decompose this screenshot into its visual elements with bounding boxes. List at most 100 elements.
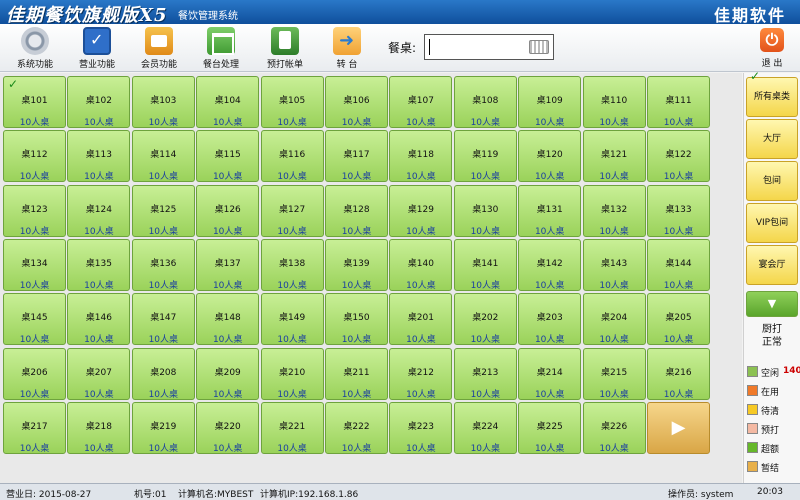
- table-tile[interactable]: 桌111 10人桌: [647, 76, 710, 128]
- table-tile[interactable]: 桌220 10人桌: [196, 401, 260, 454]
- table-tile[interactable]: 桌139 10人桌: [325, 238, 388, 291]
- next-page-button[interactable]: ▶: [647, 401, 710, 454]
- legend-item: 超额: [746, 439, 800, 457]
- table-tile[interactable]: 桌207 10人桌: [67, 347, 131, 400]
- table-tile[interactable]: 桌143 10人桌: [582, 238, 646, 291]
- table-tile[interactable]: 桌138 10人桌: [260, 238, 324, 291]
- table-tile[interactable]: 桌114 10人桌: [131, 130, 195, 183]
- table-capacity: 10人桌: [470, 226, 501, 237]
- table-tile[interactable]: 桌102 10人桌: [67, 76, 131, 128]
- table-capacity: 10人桌: [341, 172, 372, 183]
- table-tile[interactable]: 桌212 10人桌: [389, 347, 453, 400]
- table-name: 桌224: [472, 421, 499, 432]
- table-tile[interactable]: 桌217 10人桌: [3, 401, 66, 454]
- table-tile[interactable]: ✓ 桌101 10人桌: [3, 76, 66, 128]
- table-tile[interactable]: 桌116 10人桌: [260, 130, 324, 183]
- table-tile[interactable]: 桌108 10人桌: [453, 76, 517, 128]
- table-tile[interactable]: 桌222 10人桌: [325, 401, 388, 454]
- table-tile[interactable]: 桌127 10人桌: [260, 184, 324, 237]
- table-tile[interactable]: 桌133 10人桌: [647, 184, 710, 237]
- table-tile[interactable]: 桌107 10人桌: [389, 76, 453, 128]
- table-tile[interactable]: 桌224 10人桌: [453, 401, 517, 454]
- member-functions-button[interactable]: 会员功能: [128, 27, 190, 71]
- table-tile[interactable]: 桌215 10人桌: [582, 347, 646, 400]
- table-tile[interactable]: 桌125 10人桌: [131, 184, 195, 237]
- table-tile[interactable]: 桌130 10人桌: [453, 184, 517, 237]
- table-tile[interactable]: 桌123 10人桌: [3, 184, 66, 237]
- table-tile[interactable]: 桌211 10人桌: [325, 347, 388, 400]
- legend-item: 在用: [746, 382, 800, 400]
- pre-print-bill-button[interactable]: 预打帐单: [254, 27, 316, 71]
- table-tile[interactable]: 桌134 10人桌: [3, 238, 66, 291]
- table-tile[interactable]: 桌216 10人桌: [647, 347, 710, 400]
- table-tile[interactable]: 桌213 10人桌: [453, 347, 517, 400]
- table-tile[interactable]: 桌137 10人桌: [196, 238, 260, 291]
- keyboard-icon[interactable]: [529, 40, 549, 54]
- table-tile[interactable]: 桌209 10人桌: [196, 347, 260, 400]
- table-tile[interactable]: 桌104 10人桌: [196, 76, 260, 128]
- table-tile[interactable]: 桌109 10人桌: [518, 76, 582, 128]
- table-tile[interactable]: 桌120 10人桌: [518, 130, 582, 183]
- table-tile[interactable]: 桌146 10人桌: [67, 293, 131, 346]
- table-tile[interactable]: 桌103 10人桌: [131, 76, 195, 128]
- category-vip-room[interactable]: VIP包间: [746, 203, 798, 243]
- table-tile[interactable]: 桌128 10人桌: [325, 184, 388, 237]
- category-banquet-hall[interactable]: 宴会厅: [746, 245, 798, 285]
- table-tile[interactable]: 桌208 10人桌: [131, 347, 195, 400]
- table-tile[interactable]: 桌202 10人桌: [453, 293, 517, 346]
- table-tile[interactable]: 桌113 10人桌: [67, 130, 131, 183]
- table-tile[interactable]: 桌110 10人桌: [582, 76, 646, 128]
- table-tile[interactable]: 桌124 10人桌: [67, 184, 131, 237]
- table-tile[interactable]: 桌106 10人桌: [325, 76, 388, 128]
- table-tile[interactable]: 桌142 10人桌: [518, 238, 582, 291]
- table-tile[interactable]: 桌118 10人桌: [389, 130, 453, 183]
- table-tile[interactable]: 桌144 10人桌: [647, 238, 710, 291]
- category-label: VIP包间: [755, 218, 789, 228]
- table-tile[interactable]: 桌225 10人桌: [518, 401, 582, 454]
- table-tile[interactable]: 桌226 10人桌: [582, 401, 646, 454]
- table-tile[interactable]: 桌149 10人桌: [260, 293, 324, 346]
- exit-button[interactable]: ⏻ 退 出: [754, 28, 790, 70]
- category-scroll-down-button[interactable]: ▼: [746, 291, 798, 317]
- table-tile[interactable]: 桌204 10人桌: [582, 293, 646, 346]
- table-capacity: 10人桌: [19, 389, 50, 400]
- transfer-table-button[interactable]: 转 台: [316, 27, 378, 71]
- category-hall[interactable]: 大厅: [746, 119, 798, 159]
- table-tile[interactable]: 桌121 10人桌: [582, 130, 646, 183]
- table-tile[interactable]: 桌145 10人桌: [3, 293, 66, 346]
- table-tile[interactable]: 桌132 10人桌: [582, 184, 646, 237]
- table-tile[interactable]: 桌119 10人桌: [453, 130, 517, 183]
- table-tile[interactable]: 桌112 10人桌: [3, 130, 66, 183]
- table-tile[interactable]: 桌203 10人桌: [518, 293, 582, 346]
- category-private-room[interactable]: 包间: [746, 161, 798, 201]
- table-tile[interactable]: 桌218 10人桌: [67, 401, 131, 454]
- system-functions-button[interactable]: 系统功能: [4, 27, 66, 71]
- table-tile[interactable]: 桌136 10人桌: [131, 238, 195, 291]
- business-functions-button[interactable]: 营业功能: [66, 27, 128, 71]
- table-tile[interactable]: 桌126 10人桌: [196, 184, 260, 237]
- member-functions-label: 会员功能: [140, 60, 177, 70]
- table-tile[interactable]: 桌223 10人桌: [389, 401, 453, 454]
- table-tile[interactable]: 桌135 10人桌: [67, 238, 131, 291]
- table-tile[interactable]: 桌117 10人桌: [325, 130, 388, 183]
- table-tile[interactable]: 桌105 10人桌: [260, 76, 324, 128]
- table-tile[interactable]: 桌148 10人桌: [196, 293, 260, 346]
- table-tile[interactable]: 桌147 10人桌: [131, 293, 195, 346]
- table-tile[interactable]: 桌201 10人桌: [389, 293, 453, 346]
- table-tile[interactable]: 桌205 10人桌: [647, 293, 710, 346]
- table-handling-button[interactable]: 餐台处理: [190, 27, 252, 71]
- table-tile[interactable]: 桌122 10人桌: [647, 130, 710, 183]
- table-tile[interactable]: 桌214 10人桌: [518, 347, 582, 400]
- table-tile[interactable]: 桌115 10人桌: [196, 130, 260, 183]
- table-tile[interactable]: 桌140 10人桌: [389, 238, 453, 291]
- table-tile[interactable]: 桌131 10人桌: [518, 184, 582, 237]
- category-all-tables[interactable]: ✓ 所有桌类: [746, 69, 798, 117]
- table-search-input[interactable]: [424, 34, 554, 60]
- table-tile[interactable]: 桌150 10人桌: [325, 293, 388, 346]
- table-tile[interactable]: 桌129 10人桌: [389, 184, 453, 237]
- table-tile[interactable]: 桌219 10人桌: [131, 401, 195, 454]
- table-tile[interactable]: 桌221 10人桌: [260, 401, 324, 454]
- table-tile[interactable]: 桌141 10人桌: [453, 238, 517, 291]
- table-tile[interactable]: 桌210 10人桌: [260, 347, 324, 400]
- table-tile[interactable]: 桌206 10人桌: [3, 347, 66, 400]
